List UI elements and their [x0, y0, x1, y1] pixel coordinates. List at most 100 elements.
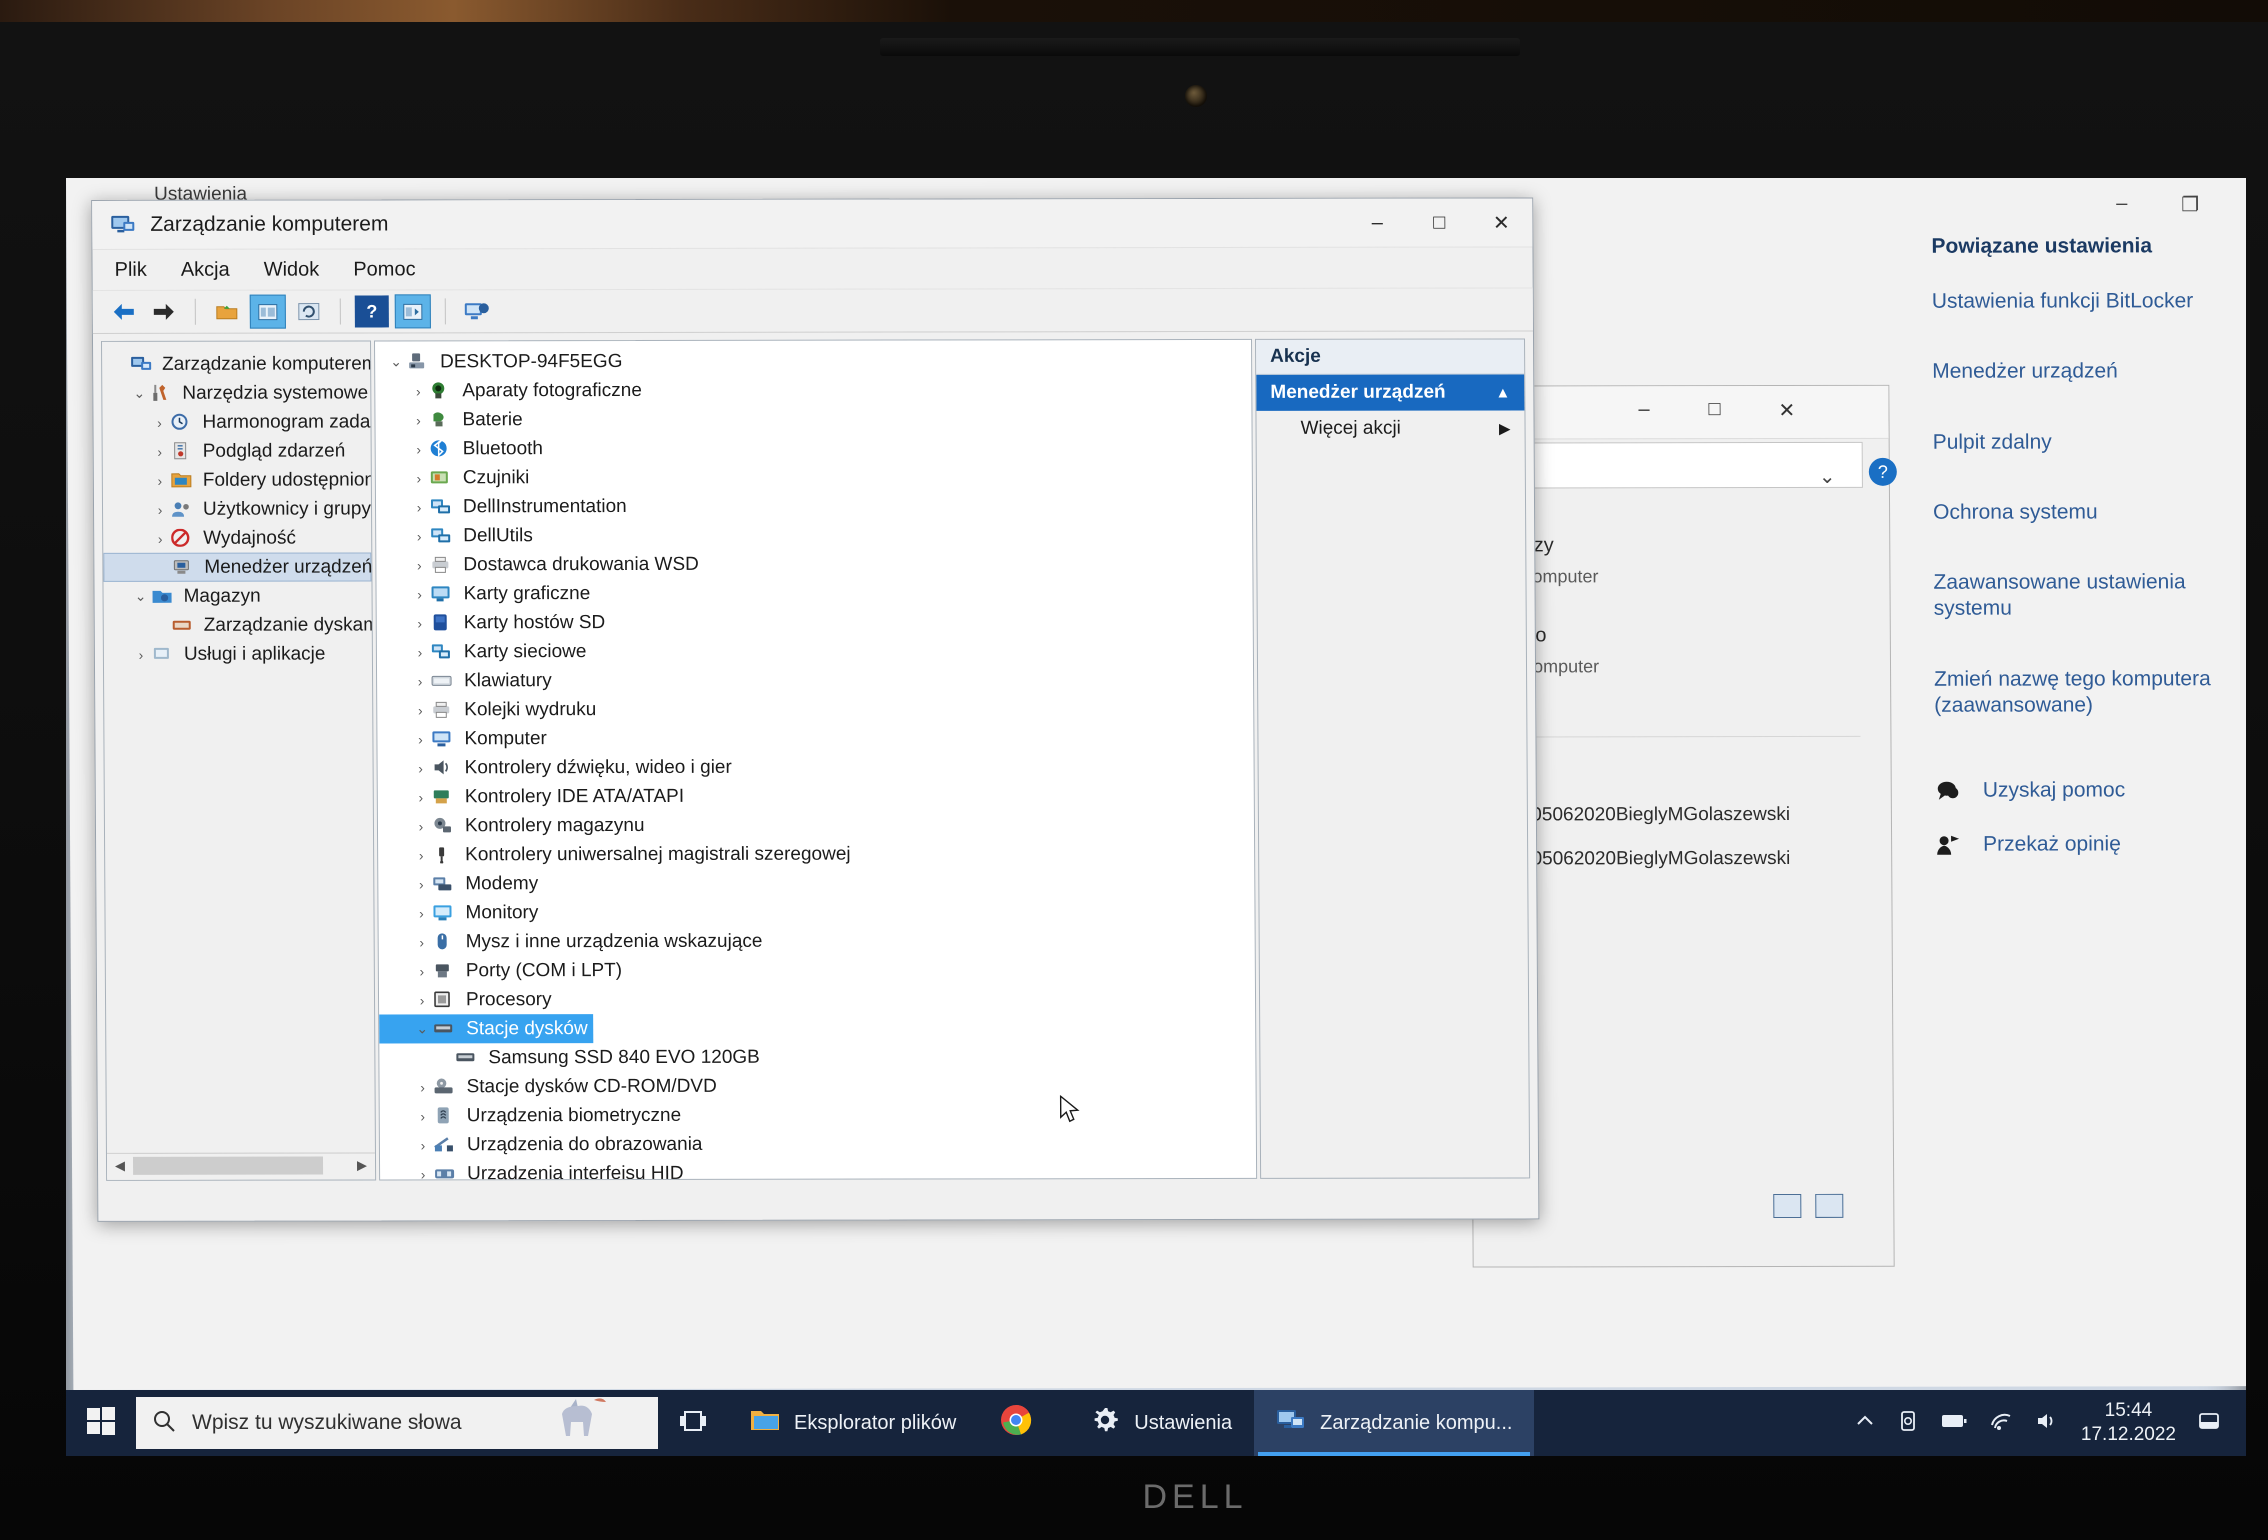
taskbar-app-computer-management[interactable]: Zarządzanie kompu...: [1254, 1390, 1535, 1456]
device-expander-icon[interactable]: ›: [411, 963, 433, 979]
device-item-18[interactable]: › Modemy: [378, 868, 1254, 899]
settings-maximize-button[interactable]: ❐: [2181, 192, 2199, 217]
console-tree-pane[interactable]: Zarządzanie komputerem (lokal ⌄ Narzędzia …: [100, 340, 377, 1181]
settings-link-rename-pc[interactable]: Zmień nazwę tego komputera (zaawansowane…: [1934, 666, 2246, 719]
device-item-10[interactable]: › Karty sieciowe: [377, 636, 1253, 667]
tree-item-2[interactable]: › Harmonogram zadań: [102, 407, 376, 436]
device-expander-icon[interactable]: ›: [412, 1079, 434, 1095]
task-view-button[interactable]: [658, 1408, 728, 1439]
settings-link-advanced-system[interactable]: Zaawansowane ustawienia systemu: [1933, 569, 2246, 622]
device-item-0[interactable]: ⌄ DESKTOP-94F5EGG: [375, 346, 1251, 377]
tree-expander-icon[interactable]: ›: [149, 530, 171, 546]
explorer-search-field[interactable]: [1490, 441, 1863, 489]
show-hide-console-tree-icon[interactable]: [394, 294, 431, 329]
tree-expander-icon[interactable]: ›: [149, 443, 171, 459]
search-input[interactable]: Wpisz tu wyszukiwane słowa: [136, 1397, 658, 1449]
tree-item-6[interactable]: › Wydajność: [103, 523, 371, 552]
tree-item-10[interactable]: › Usługi i aplikacje: [104, 639, 372, 668]
up-folder-icon[interactable]: [210, 296, 244, 328]
taskbar-app-chrome[interactable]: [978, 1390, 1068, 1456]
device-expander-icon[interactable]: ›: [410, 847, 432, 863]
device-item-1[interactable]: › Aparaty fotograficzne: [375, 375, 1251, 406]
device-expander-icon[interactable]: ›: [412, 1137, 434, 1153]
scroll-left-button[interactable]: ◀: [106, 1153, 134, 1178]
device-expander-icon[interactable]: ›: [407, 383, 429, 399]
taskbar-clock[interactable]: 15:44 17.12.2022: [2081, 1399, 2176, 1447]
wifi-icon[interactable]: [1989, 1411, 2013, 1436]
device-expander-icon[interactable]: ›: [409, 702, 431, 718]
device-expander-icon[interactable]: ›: [408, 528, 430, 544]
help-icon[interactable]: ?: [354, 295, 389, 328]
device-item-6[interactable]: › DellUtils: [376, 520, 1252, 551]
device-item-23[interactable]: ⌄ Stacje dysków: [379, 1014, 594, 1044]
tree-item-0[interactable]: Zarządzanie komputerem (lokal: [102, 349, 376, 378]
tree-item-3[interactable]: › Podgląd zdarzeń: [103, 436, 371, 465]
tree-item-5[interactable]: › Użytkownicy i grupy lok: [103, 494, 376, 523]
device-item-20[interactable]: › Mysz i inne urządzenia wskazujące: [379, 926, 1255, 957]
chevron-up-icon[interactable]: [1855, 1414, 1875, 1433]
device-item-19[interactable]: › Monitory: [378, 897, 1254, 928]
chevron-up-icon[interactable]: ▲: [1495, 384, 1510, 401]
menu-item-akcja[interactable]: Akcja: [181, 258, 230, 281]
display-icon[interactable]: [460, 295, 494, 327]
device-item-15[interactable]: › Kontrolery IDE ATA/ATAPI: [378, 781, 1254, 812]
action-item-more-actions[interactable]: Więcej akcji ▶: [1256, 410, 1524, 446]
device-item-21[interactable]: › Porty (COM i LPT): [379, 955, 1255, 986]
minimize-button[interactable]: –: [1346, 199, 1408, 247]
settings-link-remote-desktop[interactable]: Pulpit zdalny: [1933, 429, 2246, 456]
device-expander-icon[interactable]: ›: [411, 934, 433, 950]
explorer-minimize-button[interactable]: –: [1638, 398, 1649, 421]
device-expander-icon[interactable]: ›: [408, 441, 430, 457]
action-item-device-manager[interactable]: Menedżer urządzeń ▲: [1256, 374, 1525, 411]
menu-item-plik[interactable]: Plik: [114, 258, 146, 281]
device-expander-icon[interactable]: ›: [410, 789, 432, 805]
scroll-right-button[interactable]: ▶: [348, 1153, 376, 1178]
device-item-3[interactable]: › Bluetooth: [376, 433, 1252, 464]
device-expander-icon[interactable]: ›: [410, 818, 432, 834]
device-expander-icon[interactable]: ›: [409, 673, 431, 689]
device-item-2[interactable]: › Baterie: [375, 404, 1251, 435]
device-item-13[interactable]: › Komputer: [377, 723, 1253, 754]
menu-item-pomoc[interactable]: Pomoc: [353, 258, 415, 281]
device-item-4[interactable]: › Czujniki: [376, 462, 1252, 493]
tree-expander-icon[interactable]: ⌄: [128, 385, 150, 402]
device-expander-icon[interactable]: ›: [408, 557, 430, 573]
device-item-11[interactable]: › Klawiatury: [377, 665, 1253, 696]
taskbar-app-explorer[interactable]: Eksplorator plików: [728, 1390, 978, 1456]
device-item-12[interactable]: › Kolejki wydruku: [377, 694, 1253, 725]
details-view-icon[interactable]: [1773, 1193, 1802, 1219]
device-item-8[interactable]: › Karty graficzne: [376, 578, 1252, 609]
forward-arrow-icon[interactable]: [147, 296, 181, 328]
onedrive-icon[interactable]: [1897, 1410, 1919, 1437]
taskbar-app-settings[interactable]: Ustawienia: [1068, 1390, 1254, 1456]
settings-link-system-protection[interactable]: Ochrona systemu: [1933, 499, 2246, 526]
device-item-26[interactable]: › Urządzenia biometryczne: [380, 1100, 1256, 1131]
device-list-pane[interactable]: ⌄ DESKTOP-94F5EGG › Aparaty fotograficzne › B…: [373, 338, 1258, 1181]
device-item-25[interactable]: › Stacje dysków CD-ROM/DVD: [379, 1071, 1255, 1102]
device-item-7[interactable]: › Dostawca drukowania WSD: [376, 549, 1252, 580]
tree-item-9[interactable]: Zarządzanie dyskami: [104, 610, 376, 639]
device-expander-icon[interactable]: ›: [408, 586, 430, 602]
device-expander-icon[interactable]: ›: [410, 876, 432, 892]
tree-expander-icon[interactable]: ›: [148, 414, 170, 430]
device-expander-icon[interactable]: ›: [408, 470, 430, 486]
feedback-row[interactable]: Przekaż opinię: [1935, 832, 2246, 857]
device-expander-icon[interactable]: ›: [412, 1166, 434, 1181]
device-item-14[interactable]: › Kontrolery dźwięku, wideo i gier: [378, 752, 1254, 783]
start-button[interactable]: [66, 1390, 136, 1456]
explorer-maximize-button[interactable]: □: [1708, 398, 1720, 421]
tree-expander-icon[interactable]: ›: [149, 501, 171, 517]
properties-icon[interactable]: [249, 294, 286, 329]
device-expander-icon[interactable]: ›: [408, 499, 430, 515]
settings-link-bitlocker[interactable]: Ustawienia funkcji BitLocker: [1932, 288, 2246, 315]
large-icons-view-icon[interactable]: [1815, 1193, 1844, 1218]
device-expander-icon[interactable]: ›: [410, 905, 432, 921]
help-icon[interactable]: ?: [1868, 457, 1897, 486]
tree-item-1[interactable]: ⌄ Narzędzia systemowe: [102, 378, 370, 407]
tree-expander-icon[interactable]: ›: [149, 472, 171, 488]
device-item-22[interactable]: › Procesory: [379, 984, 1255, 1015]
device-item-28[interactable]: › Urządzenia interfejsu HID: [380, 1158, 1256, 1181]
device-item-24[interactable]: Samsung SSD 840 EVO 120GB: [379, 1042, 1255, 1073]
explorer-close-button[interactable]: ✕: [1778, 398, 1795, 423]
device-expander-icon[interactable]: ›: [409, 644, 431, 660]
